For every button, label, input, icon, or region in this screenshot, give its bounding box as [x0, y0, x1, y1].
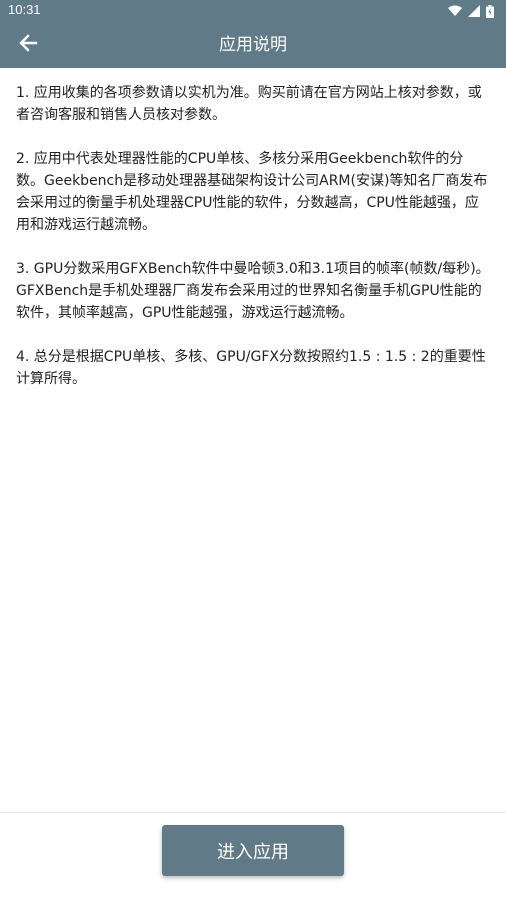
page-title: 应用说明 — [219, 35, 287, 55]
instruction-paragraph-1: 1. 应用收集的各项参数请以实机为准。购买前请在官方网站上核对参数，或者咨询客服… — [16, 85, 482, 123]
cell-signal-icon — [468, 5, 480, 17]
enter-app-button[interactable]: 进入应用 — [162, 825, 344, 876]
footer-divider — [0, 812, 506, 813]
status-bar: 10:31 — [0, 0, 506, 22]
instruction-paragraph-4: 4. 总分是根据CPU单核、多核、GPU/GFX分数按照约1.5 : 1.5 :… — [16, 349, 486, 387]
instructions-content: 1. 应用收集的各项参数请以实机为准。购买前请在官方网站上核对参数，或者咨询客服… — [16, 82, 490, 412]
instruction-paragraph-2: 2. 应用中代表处理器性能的CPU单核、多核分采用Geekbench软件的分数。… — [16, 151, 488, 233]
toolbar: 应用说明 — [0, 22, 506, 68]
wifi-icon — [448, 5, 462, 17]
battery-icon — [486, 4, 494, 18]
instruction-paragraph-3: 3. GPU分数采用GFXBench软件中曼哈顿3.0和3.1项目的帧率(帧数/… — [16, 261, 490, 321]
app-screen: 10:31 应用说明 1. 应用收集的各项参数请以实机为准。购买前请在官方网站上… — [0, 0, 506, 900]
status-icons — [448, 3, 494, 19]
app-bar: 10:31 应用说明 — [0, 0, 506, 68]
status-time: 10:31 — [8, 2, 41, 17]
